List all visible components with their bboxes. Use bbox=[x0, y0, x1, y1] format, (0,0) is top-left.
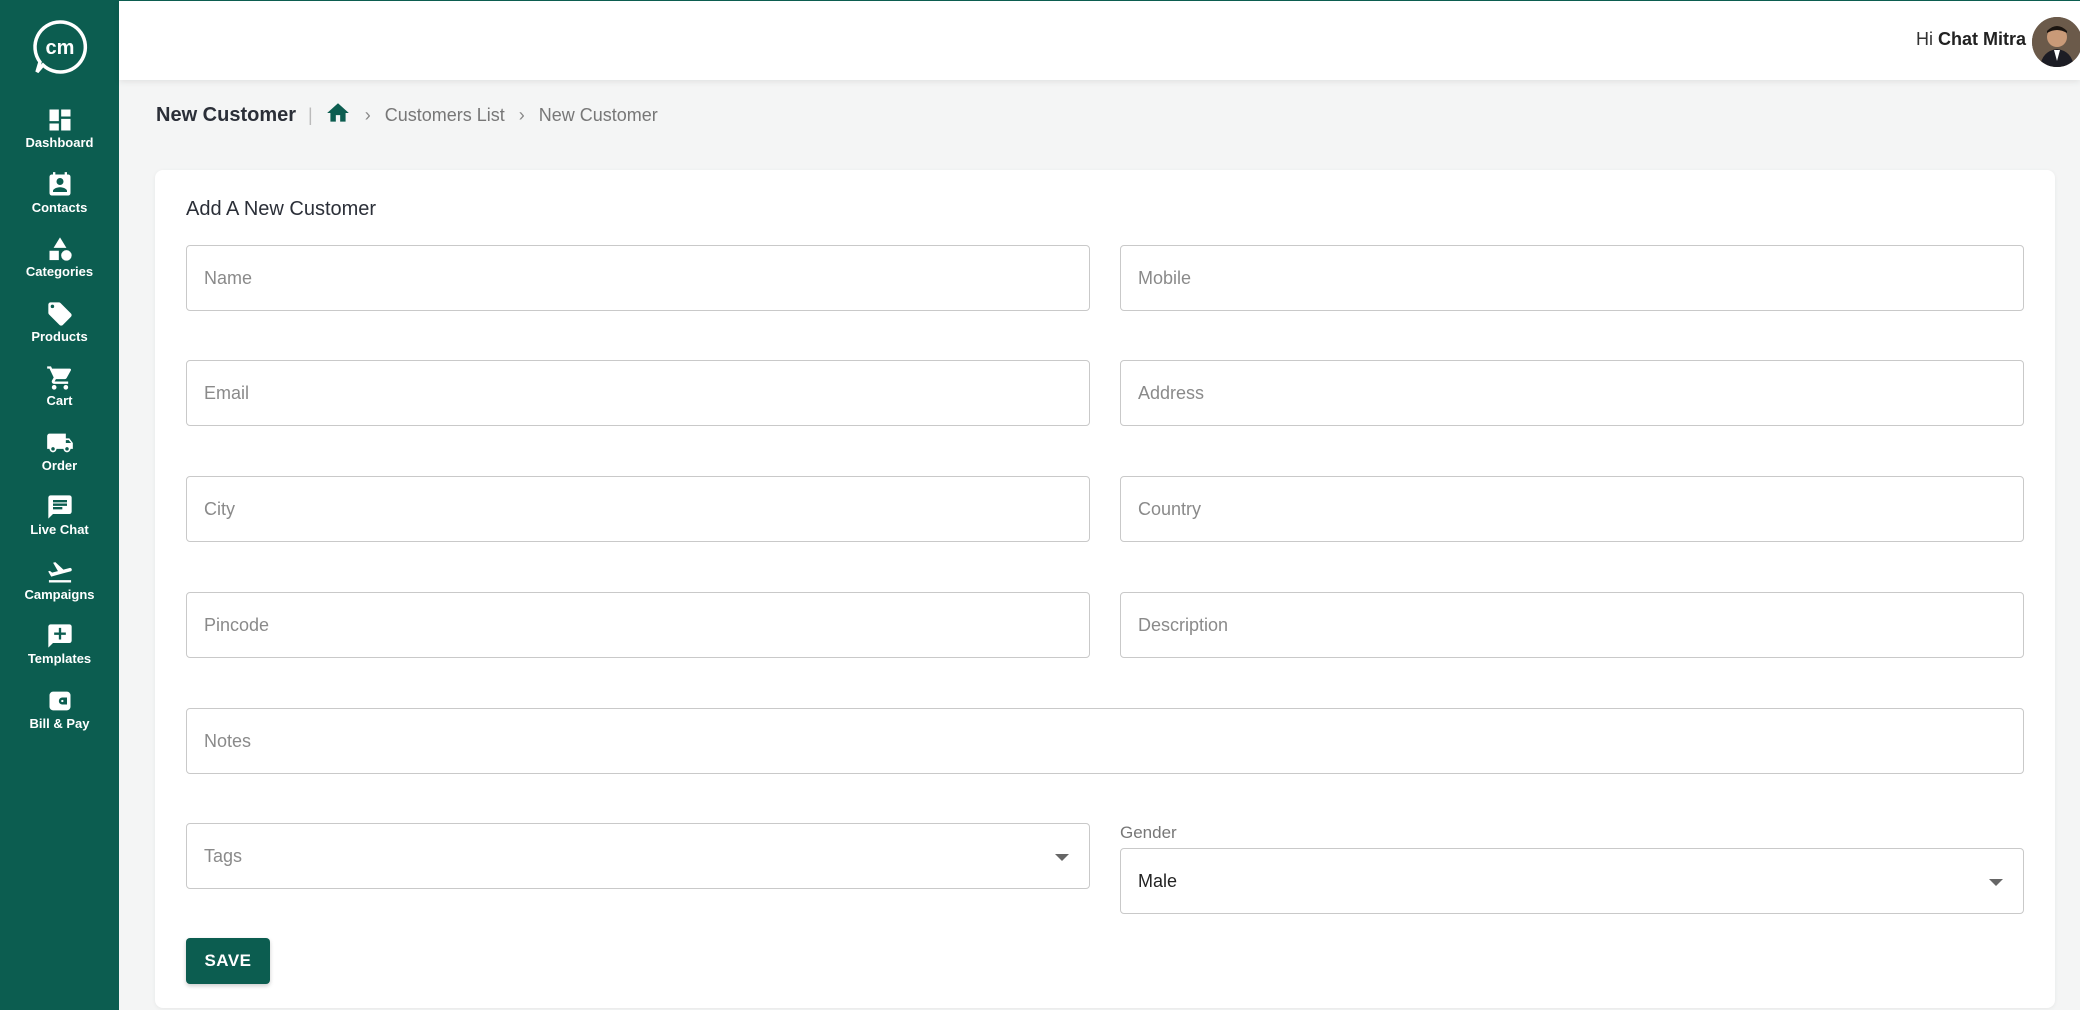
page-title: New Customer bbox=[156, 103, 297, 126]
customer-form-card: Add A New Customer Tags Gender Male SAVE bbox=[155, 170, 2055, 1008]
sidebar-item-live-chat[interactable]: Live Chat bbox=[0, 493, 119, 558]
dashboard-icon bbox=[49, 109, 70, 131]
user-name: Chat Mitra bbox=[1937, 29, 2026, 49]
plane-icon bbox=[47, 561, 72, 582]
description-input[interactable] bbox=[1121, 593, 2023, 657]
mobile-field[interactable] bbox=[1120, 245, 2024, 311]
name-input[interactable] bbox=[187, 246, 1089, 310]
pincode-input[interactable] bbox=[187, 593, 1089, 657]
sidebar-item-label: Cart bbox=[46, 393, 73, 408]
sidebar-item-label: Products bbox=[31, 328, 88, 344]
mobile-input[interactable] bbox=[1121, 246, 2023, 310]
sidebar-item-label: Templates bbox=[27, 651, 92, 666]
sidebar-item-label: Order bbox=[41, 457, 78, 473]
description-field[interactable] bbox=[1120, 592, 2024, 658]
city-field[interactable] bbox=[186, 476, 1090, 542]
pincode-field[interactable] bbox=[186, 592, 1090, 658]
svg-text:cm: cm bbox=[45, 37, 74, 59]
address-field[interactable] bbox=[1120, 360, 2024, 426]
sidebar-nav: Dashboard Contacts Categories Products C… bbox=[0, 106, 119, 751]
sidebar-item-label: Contacts bbox=[31, 199, 88, 215]
sidebar-item-bill-pay[interactable]: Bill & Pay bbox=[0, 687, 119, 752]
chevron-down-icon[interactable] bbox=[1055, 854, 1069, 861]
categories-icon bbox=[49, 237, 72, 261]
truck-icon bbox=[46, 433, 73, 452]
country-field[interactable] bbox=[1120, 476, 2024, 542]
email-field[interactable] bbox=[186, 360, 1090, 426]
breadcrumb-divider: | bbox=[308, 104, 313, 125]
city-input[interactable] bbox=[187, 477, 1089, 541]
home-icon[interactable] bbox=[325, 103, 351, 126]
save-button[interactable]: SAVE bbox=[186, 938, 270, 984]
sidebar: cm Dashboard Contacts Categories Product… bbox=[0, 0, 119, 1010]
notes-field[interactable] bbox=[186, 708, 2024, 774]
gender-label: Gender bbox=[1120, 823, 1177, 842]
address-input[interactable] bbox=[1121, 361, 2023, 425]
sidebar-item-cart[interactable]: Cart bbox=[0, 364, 119, 429]
tags-placeholder: Tags bbox=[204, 846, 243, 866]
sidebar-item-label: Campaigns bbox=[24, 586, 95, 602]
gender-value: Male bbox=[1138, 871, 1178, 891]
sidebar-item-label: Bill & Pay bbox=[29, 715, 90, 731]
sidebar-item-label: Live Chat bbox=[30, 522, 89, 537]
sidebar-item-templates[interactable]: Templates bbox=[0, 622, 119, 687]
sidebar-item-order[interactable]: Order bbox=[0, 429, 119, 494]
breadcrumb: New Customer | › Customers List › New Cu… bbox=[156, 100, 658, 130]
breadcrumb-customers-list[interactable]: Customers List bbox=[385, 105, 505, 126]
sidebar-item-campaigns[interactable]: Campaigns bbox=[0, 558, 119, 623]
user-greeting: Hi Chat Mitra bbox=[1916, 29, 2026, 50]
wallet-icon bbox=[49, 691, 70, 710]
contacts-icon bbox=[49, 171, 70, 195]
form-title: Add A New Customer bbox=[186, 198, 377, 220]
top-header: Hi Chat Mitra bbox=[119, 0, 2080, 80]
avatar[interactable] bbox=[2032, 17, 2080, 67]
sidebar-item-label: Categories bbox=[25, 264, 94, 279]
chat-icon bbox=[47, 495, 72, 519]
gender-select[interactable]: Male bbox=[1120, 848, 2024, 914]
country-input[interactable] bbox=[1121, 477, 2023, 541]
notes-input[interactable] bbox=[187, 709, 2023, 773]
email-input[interactable] bbox=[187, 361, 1089, 425]
cart-icon bbox=[46, 366, 71, 390]
tag-icon bbox=[47, 301, 72, 326]
tags-select[interactable]: Tags bbox=[186, 823, 1090, 889]
chevron-right-icon: › bbox=[518, 104, 525, 125]
greeting-text: Hi bbox=[1915, 29, 1933, 49]
template-icon bbox=[47, 624, 72, 648]
sidebar-item-contacts[interactable]: Contacts bbox=[0, 171, 119, 236]
sidebar-item-categories[interactable]: Categories bbox=[0, 235, 119, 300]
sidebar-item-dashboard[interactable]: Dashboard bbox=[0, 106, 119, 171]
chevron-down-icon[interactable] bbox=[1989, 879, 2003, 886]
sidebar-item-products[interactable]: Products bbox=[0, 300, 119, 365]
logo-icon[interactable]: cm bbox=[31, 18, 89, 76]
name-field[interactable] bbox=[186, 245, 1090, 311]
chevron-right-icon: › bbox=[364, 104, 371, 125]
breadcrumb-current: New Customer bbox=[538, 104, 658, 125]
sidebar-item-label: Dashboard bbox=[25, 135, 94, 150]
